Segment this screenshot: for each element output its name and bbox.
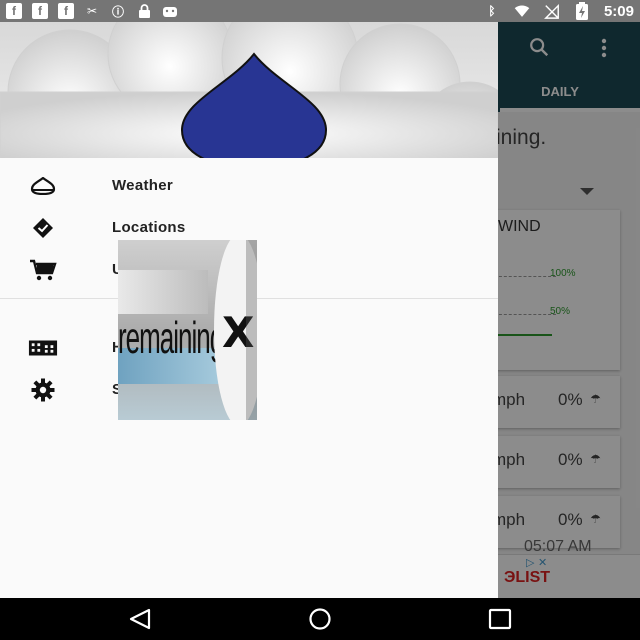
screen: DAILY ining. WIND 100% 50% mph 0% ☂ mph … (0, 0, 640, 640)
drawer-header (0, 22, 498, 158)
cart-icon (28, 258, 58, 282)
status-bar: f f f ✂ ⓘ ᛒ 5:09 (0, 0, 640, 22)
gear-icon (28, 378, 58, 402)
android-icon (162, 3, 178, 19)
alert-icon: ⓘ (111, 4, 124, 19)
satellite-icon: ✂ (86, 4, 98, 18)
system-navigation-bar (0, 598, 640, 640)
back-icon[interactable] (127, 608, 153, 630)
facebook-icon: f (32, 3, 48, 19)
building-icon (28, 336, 58, 360)
battery-charging-icon (574, 2, 590, 20)
drop-icon (28, 174, 58, 198)
wifi-icon (514, 3, 530, 19)
popup-ad-text: remaining (118, 312, 224, 363)
facebook-icon: f (6, 3, 22, 19)
drawer-item-label: Weather (112, 177, 174, 194)
signal-off-icon (544, 3, 560, 19)
bluetooth-icon: ᛒ (488, 4, 496, 18)
status-time: 5:09 (603, 2, 634, 20)
drawer-item-label: Locations (112, 219, 186, 236)
recents-icon[interactable] (487, 608, 513, 630)
facebook-icon: f (58, 3, 74, 19)
cloud-drop-logo (0, 22, 498, 158)
drawer-item-weather[interactable]: Weather (0, 166, 498, 206)
lock-icon (136, 3, 152, 19)
popup-ad-background (118, 270, 208, 314)
home-icon[interactable] (306, 608, 334, 630)
popup-ad-edge (246, 240, 257, 420)
popup-ad[interactable]: remaining X (118, 240, 257, 420)
location-check-icon (28, 216, 58, 240)
